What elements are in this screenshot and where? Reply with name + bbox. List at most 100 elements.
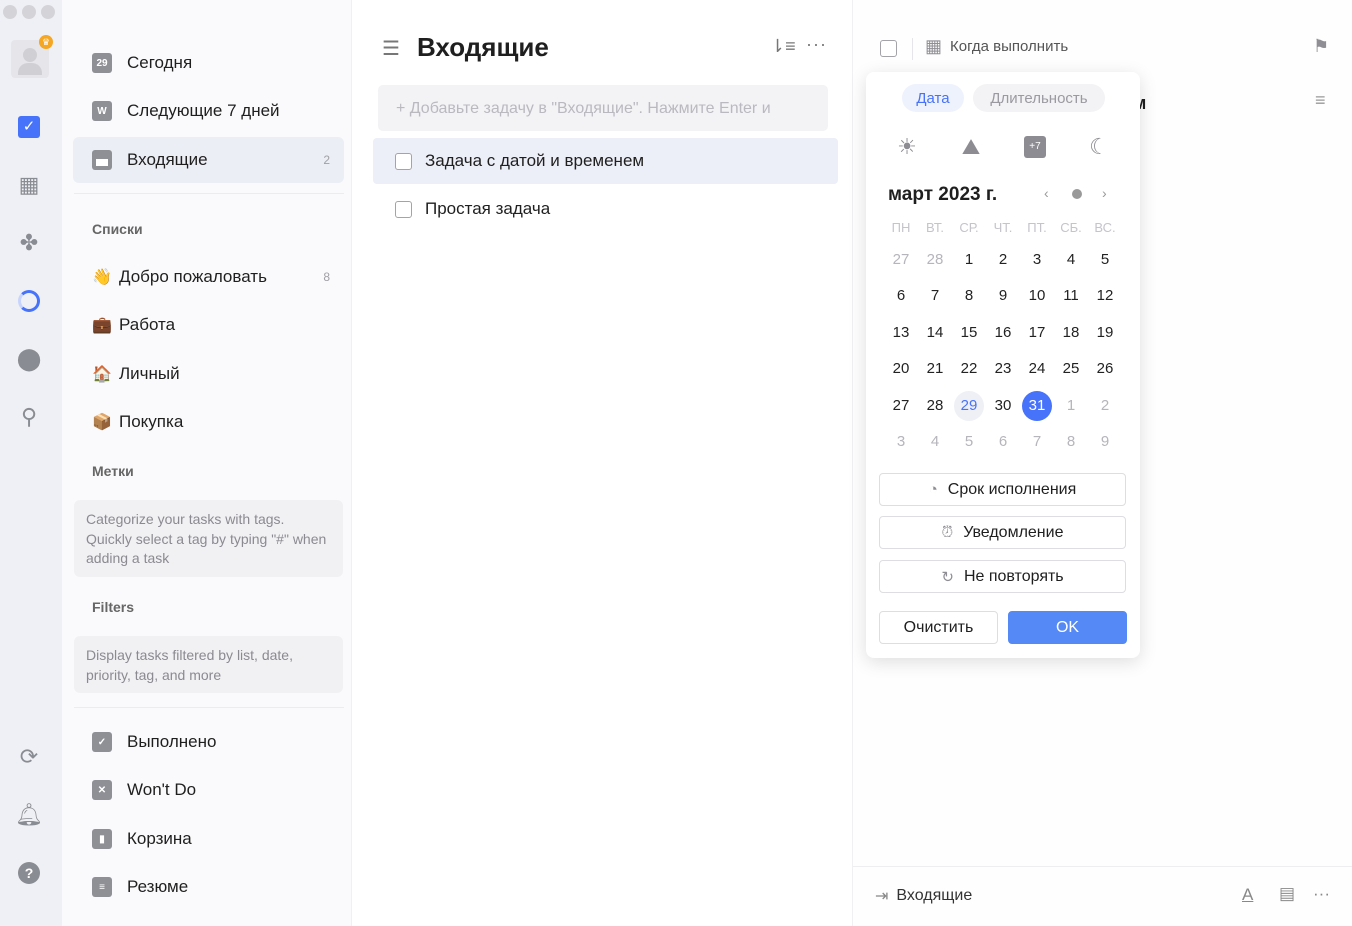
- calendar-day[interactable]: 17: [1022, 318, 1052, 348]
- sidebar-item-completed[interactable]: ✓ Выполнено: [73, 719, 344, 765]
- when-button[interactable]: ▦ Когда выполнить: [925, 36, 1068, 57]
- calendar-day[interactable]: 1: [1056, 391, 1086, 421]
- more-icon[interactable]: ···: [806, 34, 827, 55]
- sidebar-item-trash[interactable]: ▮ Корзина: [73, 816, 344, 862]
- sidebar-item-inbox[interactable]: Входящие 2: [73, 137, 344, 183]
- count-badge: 8: [323, 270, 330, 284]
- calendar-day[interactable]: 8: [1056, 427, 1086, 457]
- toggle-sidebar-icon[interactable]: ☰: [382, 36, 400, 61]
- calendar-day[interactable]: 13: [886, 318, 916, 348]
- next-month-button[interactable]: ›: [1102, 185, 1107, 201]
- calendar-day[interactable]: 5: [954, 427, 984, 457]
- sort-icon[interactable]: ⇂≡: [770, 36, 796, 57]
- move-to-list-button[interactable]: ⇥ Входящие: [875, 886, 972, 906]
- calendar-day[interactable]: 21: [920, 354, 950, 384]
- calendar-day[interactable]: 4: [920, 427, 950, 457]
- sunrise-icon[interactable]: ⛰︎: [957, 134, 985, 162]
- description-icon[interactable]: ≡: [1315, 90, 1326, 111]
- calendar-day[interactable]: 19: [1090, 318, 1120, 348]
- more-icon[interactable]: ···: [1313, 884, 1330, 904]
- window-close-button[interactable]: [3, 5, 17, 19]
- calendar-day[interactable]: 7: [920, 281, 950, 311]
- calendar-day[interactable]: 27: [886, 391, 916, 421]
- calendar-day[interactable]: 14: [920, 318, 950, 348]
- sidebar-list-shopping[interactable]: 📦 Покупка: [73, 399, 344, 445]
- calendar-day[interactable]: 22: [954, 354, 984, 384]
- calendar-day[interactable]: 25: [1056, 354, 1086, 384]
- window-minimize-button[interactable]: [22, 5, 36, 19]
- repeat-button[interactable]: ↻ Не повторять: [879, 560, 1126, 593]
- calendar-day[interactable]: 28: [920, 391, 950, 421]
- sidebar-item-summary[interactable]: ≡ Резюме: [73, 864, 344, 910]
- flag-icon[interactable]: ⚑: [1313, 36, 1329, 57]
- moon-icon[interactable]: ☾: [1085, 134, 1113, 162]
- sun-icon[interactable]: ☀: [893, 134, 921, 162]
- habit-icon[interactable]: ⬤: [17, 346, 42, 371]
- task-checkbox[interactable]: [395, 200, 412, 218]
- prev-month-button[interactable]: ‹: [1044, 185, 1049, 201]
- sidebar-item-wont-do[interactable]: ✕ Won't Do: [73, 767, 344, 813]
- tab-date[interactable]: Дата: [902, 84, 964, 112]
- comment-icon[interactable]: ▤: [1279, 884, 1295, 904]
- sync-icon[interactable]: ⟳: [17, 744, 41, 769]
- calendar-day[interactable]: 4: [1056, 245, 1086, 275]
- calendar-day[interactable]: 10: [1022, 281, 1052, 311]
- calendar-day[interactable]: 23: [988, 354, 1018, 384]
- calendar-day[interactable]: 9: [1090, 427, 1120, 457]
- calendar-icon[interactable]: ▦: [17, 172, 41, 197]
- window-maximize-button[interactable]: [41, 5, 55, 19]
- calendar-day[interactable]: 3: [886, 427, 916, 457]
- clear-button[interactable]: Очистить: [879, 611, 998, 644]
- calendar-day[interactable]: 18: [1056, 318, 1086, 348]
- plus7-icon[interactable]: +7: [1024, 136, 1046, 158]
- calendar-day[interactable]: 28: [920, 245, 950, 275]
- calendar-day-selected[interactable]: 31: [1022, 390, 1052, 421]
- reminder-button[interactable]: ⏰︎ Уведомление: [879, 516, 1126, 549]
- matrix-icon[interactable]: ✤: [17, 230, 41, 255]
- calendar-day[interactable]: 27: [886, 245, 916, 275]
- calendar-day[interactable]: 26: [1090, 354, 1120, 384]
- text-format-icon[interactable]: A: [1242, 885, 1253, 905]
- search-icon[interactable]: ⚲: [17, 404, 41, 429]
- calendar-day[interactable]: 6: [988, 427, 1018, 457]
- calendar-day[interactable]: 6: [886, 281, 916, 311]
- bell-icon[interactable]: 🔔︎: [15, 802, 43, 827]
- tab-duration[interactable]: Длительность: [973, 84, 1105, 112]
- calendar-day[interactable]: 1: [954, 245, 984, 275]
- calendar-day[interactable]: 30: [988, 391, 1018, 421]
- tasks-icon[interactable]: ✓: [17, 115, 41, 139]
- sidebar-item-today[interactable]: 29 Сегодня: [73, 40, 344, 86]
- calendar-day[interactable]: 2: [988, 245, 1018, 275]
- sidebar-list-personal[interactable]: 🏠 Личный: [73, 351, 344, 397]
- task-row[interactable]: Простая задача: [373, 186, 838, 232]
- calendar-day[interactable]: 24: [1022, 354, 1052, 384]
- today-button[interactable]: [1072, 189, 1082, 199]
- calendar-day[interactable]: 8: [954, 281, 984, 311]
- due-time-button[interactable]: ◔ Срок исполнения: [879, 473, 1126, 506]
- calendar-day[interactable]: 9: [988, 281, 1018, 311]
- calendar-day[interactable]: 7: [1022, 427, 1052, 457]
- lists-header[interactable]: Списки: [92, 221, 143, 237]
- filters-header[interactable]: Filters: [92, 599, 134, 615]
- calendar-day[interactable]: 11: [1056, 281, 1086, 311]
- calendar-day[interactable]: 2: [1090, 391, 1120, 421]
- calendar-day[interactable]: 3: [1022, 245, 1052, 275]
- help-icon[interactable]: ?: [17, 861, 41, 885]
- task-checkbox[interactable]: [395, 152, 412, 170]
- calendar-day[interactable]: 12: [1090, 281, 1120, 311]
- sidebar-list-welcome[interactable]: 👋 Добро пожаловать 8: [73, 254, 344, 300]
- tags-header[interactable]: Метки: [92, 463, 134, 479]
- ok-button[interactable]: OK: [1008, 611, 1127, 644]
- calendar-day[interactable]: 16: [988, 318, 1018, 348]
- calendar-day-today[interactable]: 29: [954, 390, 984, 421]
- add-task-input[interactable]: + Добавьте задачу в "Входящие". Нажмите …: [378, 85, 828, 131]
- sidebar-list-work[interactable]: 💼 Работа: [73, 302, 344, 348]
- detail-checkbox[interactable]: [880, 40, 897, 57]
- calendar-day[interactable]: 20: [886, 354, 916, 384]
- task-row[interactable]: Задача с датой и временем: [373, 138, 838, 184]
- calendar-day[interactable]: 5: [1090, 245, 1120, 275]
- calendar-day[interactable]: 15: [954, 318, 984, 348]
- pomodoro-icon[interactable]: [17, 289, 41, 313]
- sidebar-item-label: Входящие: [127, 150, 208, 169]
- sidebar-item-next-7-days[interactable]: W Следующие 7 дней: [73, 88, 344, 134]
